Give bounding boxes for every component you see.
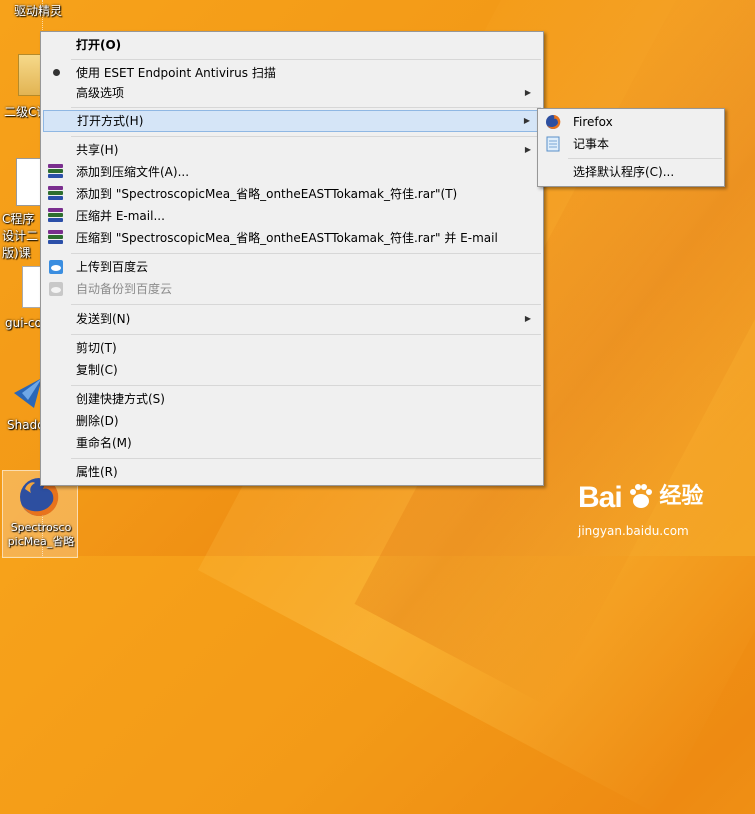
submenu-arrow-icon: ▶ [524,145,531,154]
menu-separator [71,385,541,386]
submenu-arrow-icon: ▶ [524,88,531,97]
menu-item-upload-baidu-cloud[interactable]: 上传到百度云 [43,256,541,278]
menu-item-delete[interactable]: 删除(D) [43,410,541,432]
menu-item-share[interactable]: 共享(H) ▶ [43,139,541,161]
winrar-icon [48,164,63,180]
submenu-arrow-icon: ▶ [523,116,530,125]
menu-separator [568,158,722,159]
menu-separator [71,304,541,305]
desktop-icon-label: Shado [7,418,45,432]
submenu-item-firefox[interactable]: Firefox [540,111,722,133]
baidu-paw-icon [629,484,652,508]
desktop-icon-driver-genius[interactable]: 驱动精灵 [14,2,62,19]
menu-item-open-with[interactable]: 打开方式(H) ▶ [43,110,541,132]
menu-item-create-shortcut[interactable]: 创建快捷方式(S) [43,388,541,410]
menu-item-send-to[interactable]: 发送到(N) ▶ [43,308,541,330]
desktop-icon-label: C程序设计二版)课 [2,212,39,260]
menu-item-properties[interactable]: 属性(R) [43,461,541,483]
submenu-item-notepad[interactable]: 记事本 [540,133,722,155]
menu-item-auto-backup-baidu-cloud[interactable]: 自动备份到百度云 [43,278,541,300]
winrar-icon [48,230,63,246]
menu-item-copy[interactable]: 复制(C) [43,359,541,381]
baidu-logo-text: Bai [578,481,623,514]
menu-separator [71,334,541,335]
winrar-icon [48,186,63,202]
baidu-jingyan-watermark: Bai 经验 jingyan.baidu.com [578,478,704,538]
open-with-submenu: Firefox 记事本 选择默认程序(C)... [537,108,725,187]
firefox-icon [546,114,561,129]
menu-item-compress-email[interactable]: 压缩并 E-mail... [43,205,541,227]
submenu-item-choose-default[interactable]: 选择默认程序(C)... [540,161,722,183]
shadowsocks-icon [14,378,42,408]
winrar-icon [48,208,63,224]
menu-separator [71,136,541,137]
desktop-icon-label: Spectrosco picMea_省略 [7,521,75,548]
baidu-cloud-icon [49,260,63,274]
submenu-arrow-icon: ▶ [524,314,531,323]
menu-item-eset-scan[interactable]: 使用 ESET Endpoint Antivirus 扫描 [43,62,541,84]
menu-separator [71,59,541,60]
menu-separator [71,458,541,459]
radio-bullet-icon [53,69,60,76]
menu-item-cut[interactable]: 剪切(T) [43,337,541,359]
menu-item-open[interactable]: 打开(O) [43,34,541,56]
menu-separator [71,107,541,108]
notepad-icon [546,136,560,152]
watermark-url: jingyan.baidu.com [578,524,689,538]
menu-item-rename[interactable]: 重命名(M) [43,432,541,454]
desktop-icon-label: 驱动精灵 [14,4,63,18]
desktop-icon-label: gui-co [5,316,42,330]
menu-item-compress-to-rar-email[interactable]: 压缩到 "SpectroscopicMea_省略_ontheEASTTokama… [43,227,541,249]
baidu-cloud-backup-icon [49,282,63,296]
context-menu: 打开(O) 使用 ESET Endpoint Antivirus 扫描 高级选项… [40,31,544,486]
menu-item-advanced-options[interactable]: 高级选项 ▶ [43,82,541,104]
menu-item-add-to-archive[interactable]: 添加到压缩文件(A)... [43,161,541,183]
baidu-jingyan-text: 经验 [659,484,704,509]
menu-item-add-to-rar[interactable]: 添加到 "SpectroscopicMea_省略_ontheEASTTokama… [43,183,541,205]
menu-separator [71,253,541,254]
